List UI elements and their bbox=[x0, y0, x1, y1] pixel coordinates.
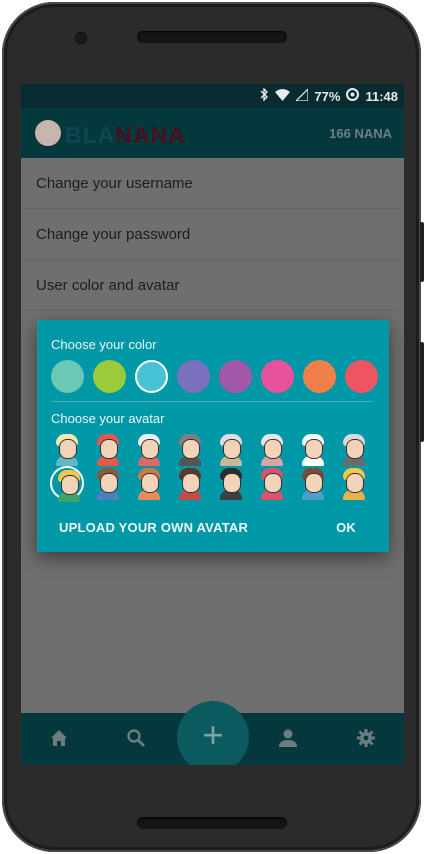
avatar-face bbox=[59, 439, 77, 459]
credits-balance: 166 NANA bbox=[329, 126, 392, 141]
avatar-6[interactable] bbox=[255, 432, 289, 466]
color-swatch-2[interactable] bbox=[93, 360, 126, 393]
avatar-5[interactable] bbox=[214, 432, 248, 466]
avatar-9[interactable] bbox=[50, 466, 84, 502]
avatar-face bbox=[141, 473, 159, 493]
status-bar: 77% 11:48 bbox=[21, 84, 404, 108]
settings-menu: Change your username Change your passwor… bbox=[21, 158, 404, 311]
power-button bbox=[420, 342, 424, 442]
bottom-navigation: + bbox=[21, 701, 404, 765]
avatar-face bbox=[141, 439, 159, 459]
avatar-face bbox=[182, 439, 200, 459]
color-swatch-1[interactable] bbox=[51, 360, 84, 393]
ok-button[interactable]: OK bbox=[336, 520, 356, 535]
settings-icon[interactable] bbox=[355, 727, 377, 749]
avatar-face bbox=[264, 473, 282, 493]
earpiece-speaker bbox=[137, 31, 287, 43]
avatar-11[interactable] bbox=[132, 466, 166, 500]
avatar-face bbox=[100, 439, 118, 459]
profile-icon[interactable] bbox=[277, 727, 299, 749]
avatar-7[interactable] bbox=[296, 432, 330, 466]
upload-avatar-button[interactable]: UPLOAD YOUR OWN AVATAR bbox=[59, 520, 248, 535]
color-swatch-6[interactable] bbox=[261, 360, 294, 393]
avatar-13[interactable] bbox=[214, 466, 248, 500]
avatar-1[interactable] bbox=[50, 432, 84, 466]
bluetooth-icon bbox=[260, 87, 269, 104]
logo-text-nana: NANA bbox=[115, 122, 186, 148]
avatar-15[interactable] bbox=[296, 466, 330, 500]
wifi-icon bbox=[275, 88, 291, 104]
menu-item-change-username[interactable]: Change your username bbox=[21, 158, 404, 209]
home-icon[interactable] bbox=[48, 727, 70, 749]
avatar-face bbox=[182, 473, 200, 493]
color-swatch-3[interactable] bbox=[135, 360, 168, 393]
avatar-grid bbox=[50, 432, 380, 502]
search-icon[interactable] bbox=[125, 727, 147, 749]
logo-text-bla: BLA bbox=[65, 122, 116, 148]
avatar-face bbox=[100, 473, 118, 493]
avatar-10[interactable] bbox=[91, 466, 125, 500]
avatar-face bbox=[223, 473, 241, 493]
screen: 77% 11:48 BLANANA 166 NANA Change your u… bbox=[21, 84, 404, 765]
menu-item-change-password[interactable]: Change your password bbox=[21, 209, 404, 260]
app-bar: BLANANA 166 NANA bbox=[21, 108, 404, 158]
color-swatch-4[interactable] bbox=[177, 360, 210, 393]
avatar-14[interactable] bbox=[255, 466, 289, 500]
avatar-2[interactable] bbox=[91, 432, 125, 466]
app-logo: BLANANA bbox=[65, 122, 186, 149]
grandma-logo-icon bbox=[35, 120, 61, 146]
signal-icon bbox=[294, 87, 310, 104]
avatar-16[interactable] bbox=[337, 466, 371, 500]
avatar-8[interactable] bbox=[337, 432, 371, 466]
avatar-face bbox=[61, 475, 79, 495]
avatar-face bbox=[305, 473, 323, 493]
color-swatch-8[interactable] bbox=[345, 360, 378, 393]
phone-frame: 77% 11:48 BLANANA 166 NANA Change your u… bbox=[2, 2, 424, 852]
dialog-actions: UPLOAD YOUR OWN AVATAR OK bbox=[37, 520, 389, 538]
avatar-face bbox=[305, 439, 323, 459]
bottom-speaker bbox=[137, 817, 287, 829]
avatar-face bbox=[346, 439, 364, 459]
color-swatch-5[interactable] bbox=[219, 360, 252, 393]
color-swatch-7[interactable] bbox=[303, 360, 336, 393]
avatar-4[interactable] bbox=[173, 432, 207, 466]
battery-level: 77% bbox=[314, 88, 341, 104]
avatar-face bbox=[346, 473, 364, 493]
color-options bbox=[51, 360, 378, 393]
clock: 11:48 bbox=[365, 88, 398, 104]
avatar-face bbox=[223, 439, 241, 459]
color-avatar-dialog: Choose your color Choose your avatar UPL… bbox=[37, 320, 389, 552]
choose-color-title: Choose your color bbox=[51, 337, 157, 352]
avatar-3[interactable] bbox=[132, 432, 166, 466]
dialog-divider bbox=[51, 401, 373, 402]
menu-item-user-color-avatar[interactable]: User color and avatar bbox=[21, 260, 404, 311]
add-button[interactable]: + bbox=[177, 701, 249, 765]
front-camera bbox=[75, 32, 87, 44]
avatar-12[interactable] bbox=[173, 466, 207, 500]
choose-avatar-title: Choose your avatar bbox=[51, 411, 165, 426]
volume-button bbox=[420, 222, 424, 282]
avatar-face bbox=[264, 439, 282, 459]
sync-icon bbox=[346, 88, 360, 104]
